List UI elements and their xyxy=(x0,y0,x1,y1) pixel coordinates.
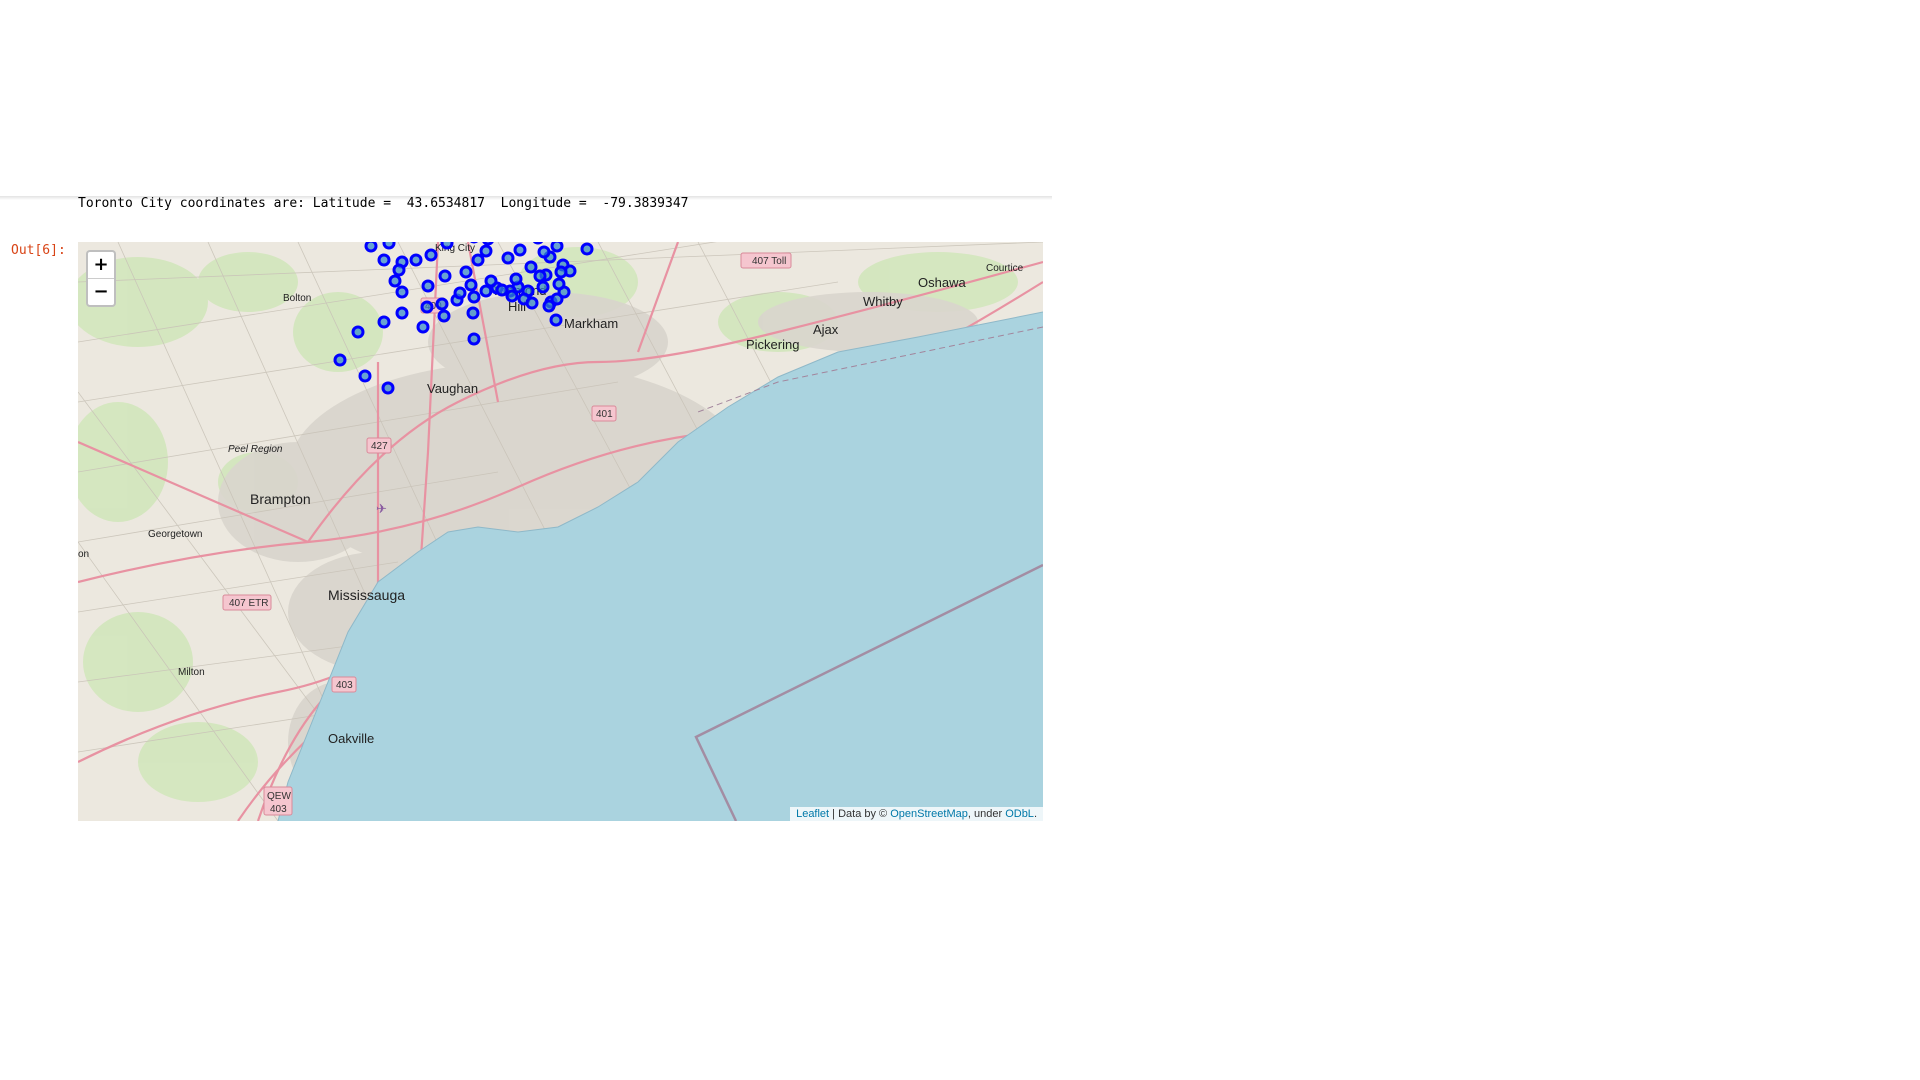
attribution-text: . xyxy=(1033,808,1037,820)
neighborhood-marker[interactable] xyxy=(513,243,527,257)
neighborhood-marker[interactable] xyxy=(424,248,438,262)
neighborhood-marker[interactable] xyxy=(395,306,409,320)
neighborhood-marker[interactable] xyxy=(580,242,594,256)
neighborhood-marker[interactable] xyxy=(459,265,473,279)
attribution-text: | Data by © xyxy=(829,808,891,820)
neighborhood-marker[interactable] xyxy=(382,242,396,250)
attribution-text: , under xyxy=(967,808,1006,820)
neighborhood-marker[interactable] xyxy=(536,280,550,294)
neighborhood-marker[interactable] xyxy=(554,265,568,279)
neighborhood-marker[interactable] xyxy=(467,332,481,346)
neighborhood-marker[interactable] xyxy=(484,274,498,288)
neighborhood-marker[interactable] xyxy=(550,242,564,253)
neighborhood-marker[interactable] xyxy=(440,242,454,250)
neighborhood-marker[interactable] xyxy=(435,297,449,311)
map-attribution: Leaflet | Data by © OpenStreetMap, under… xyxy=(790,807,1043,821)
neighborhood-marker[interactable] xyxy=(351,325,365,339)
neighborhood-marker[interactable] xyxy=(333,353,347,367)
neighborhood-marker[interactable] xyxy=(479,244,493,258)
neighborhood-marker[interactable] xyxy=(437,309,451,323)
stdout-text: Toronto City coordinates are: Latitude =… xyxy=(78,196,689,211)
neighborhood-marker[interactable] xyxy=(377,253,391,267)
neighborhood-marker[interactable] xyxy=(416,320,430,334)
zoom-control: + − xyxy=(86,250,116,307)
neighborhood-marker[interactable] xyxy=(533,269,547,283)
neighborhood-marker[interactable] xyxy=(358,369,372,383)
zoom-out-button[interactable]: − xyxy=(88,279,114,305)
neighborhood-marker[interactable] xyxy=(409,253,423,267)
neighborhood-marker[interactable] xyxy=(392,263,406,277)
neighborhood-marker[interactable] xyxy=(467,290,481,304)
neighborhood-marker[interactable] xyxy=(495,283,509,297)
neighborhood-marker[interactable] xyxy=(453,286,467,300)
zoom-in-button[interactable]: + xyxy=(88,252,114,279)
notebook-canvas: Toronto City coordinates are: Latitude =… xyxy=(0,0,1920,1080)
neighborhood-marker[interactable] xyxy=(549,313,563,327)
neighborhood-marker[interactable] xyxy=(525,296,539,310)
neighborhood-marker[interactable] xyxy=(395,285,409,299)
neighborhood-marker[interactable] xyxy=(421,279,435,293)
neighborhood-marker[interactable] xyxy=(471,253,485,267)
neighborhood-marker[interactable] xyxy=(364,242,378,253)
odbl-link[interactable]: ODbL xyxy=(1005,808,1034,820)
neighborhood-marker[interactable] xyxy=(482,242,494,246)
neighborhood-marker[interactable] xyxy=(501,251,515,265)
neighborhood-marker[interactable] xyxy=(466,306,480,320)
neighborhood-marker[interactable] xyxy=(532,242,544,245)
neighborhood-marker[interactable] xyxy=(438,269,452,283)
neighborhood-marker[interactable] xyxy=(505,289,519,303)
neighborhood-marker[interactable] xyxy=(381,381,395,395)
neighborhood-marker[interactable] xyxy=(552,277,566,291)
neighborhood-marker[interactable] xyxy=(420,300,434,314)
leaflet-link[interactable]: Leaflet xyxy=(796,808,829,820)
out-prompt: Out[6]: xyxy=(11,243,66,258)
neighborhood-marker[interactable] xyxy=(479,284,493,298)
neighborhood-marker[interactable] xyxy=(388,274,402,288)
neighborhood-markers[interactable] xyxy=(78,242,1043,821)
neighborhood-marker[interactable] xyxy=(464,278,478,292)
leaflet-map[interactable]: ✈ King City Bolton Richmond Hill Markham… xyxy=(78,242,1043,821)
neighborhood-marker[interactable] xyxy=(537,245,551,259)
neighborhood-marker[interactable] xyxy=(509,272,523,286)
neighborhood-marker[interactable] xyxy=(524,260,538,274)
openstreetmap-link[interactable]: OpenStreetMap xyxy=(890,808,968,820)
neighborhood-marker[interactable] xyxy=(377,315,391,329)
